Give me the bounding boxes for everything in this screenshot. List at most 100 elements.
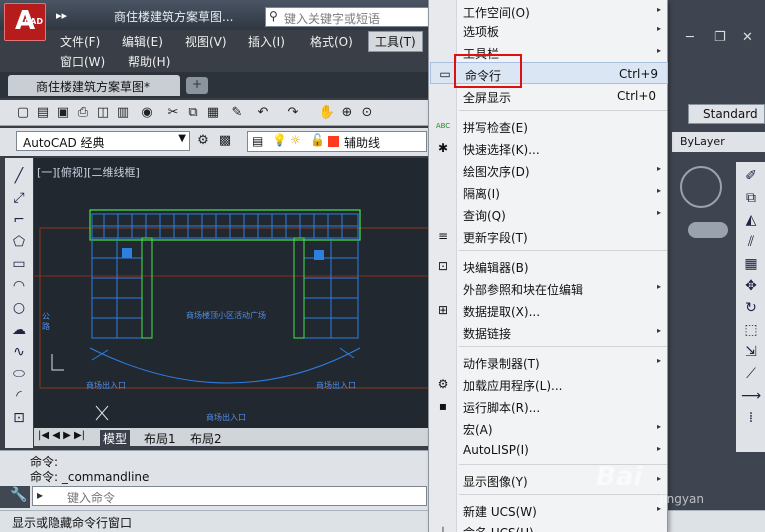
wrench-icon[interactable]: 🔧 (10, 487, 27, 503)
line-icon[interactable]: ╱ (9, 168, 29, 186)
plot-icon[interactable]: ⎙ (74, 104, 92, 122)
mirror-icon[interactable]: ◭ (741, 212, 761, 230)
scale-icon[interactable]: ⬚ (741, 322, 761, 340)
tab-layout1[interactable]: 布局1 (144, 430, 176, 447)
menu-item-block-editor[interactable]: ⊡ 块编辑器(B) (429, 255, 669, 277)
polygon-icon[interactable]: ⬠ (9, 234, 29, 252)
paste-icon[interactable]: ▦ (204, 104, 222, 122)
document-tab[interactable]: 商住楼建筑方案草图* (8, 75, 180, 96)
publish-3d-icon[interactable]: ◉ (138, 104, 156, 122)
navigation-cube[interactable] (672, 160, 732, 250)
array-icon[interactable]: ▦ (741, 256, 761, 274)
copy-icon[interactable]: ⧉ (184, 104, 202, 122)
plaza-label: 商场楼顶小区活动广场 (186, 311, 266, 320)
menu-item-new-ucs[interactable]: 新建 UCS(W) ▸ (429, 499, 669, 521)
polyline-icon[interactable]: ⌐ (9, 212, 29, 230)
menu-item-full-screen[interactable]: 全屏显示 Ctrl+0 (429, 85, 669, 107)
undo-icon[interactable]: ↶ (254, 104, 272, 122)
move-icon[interactable]: ✥ (741, 278, 761, 296)
menu-item-action-recorder[interactable]: 动作录制器(T) ▸ (429, 351, 669, 373)
help-search-input[interactable]: ⚲ 键入关键字或短语 (265, 7, 430, 27)
menu-item-isolate[interactable]: 隔离(I) ▸ (429, 181, 669, 203)
menu-format[interactable]: 格式(O) (310, 33, 353, 50)
application-menu-button[interactable]: A CAD (4, 3, 46, 41)
menu-item-load-application[interactable]: ⚙ 加载应用程序(L)... (429, 373, 669, 395)
arc-icon[interactable]: ◠ (9, 278, 29, 296)
construction-line-icon[interactable]: ⤢ (9, 190, 29, 208)
close-icon[interactable]: ✕ (742, 30, 753, 45)
rectangle-icon[interactable]: ▭ (9, 256, 29, 274)
menu-help[interactable]: 帮助(H) (128, 53, 170, 70)
minimize-icon[interactable]: ─ (686, 30, 694, 45)
ellipse-icon[interactable]: ⬭ (9, 366, 29, 384)
publish-icon[interactable]: ▥ (114, 104, 132, 122)
menu-item-data-extraction[interactable]: ⊞ 数据提取(X)... (429, 299, 669, 321)
new-tab-button[interactable]: + (186, 77, 208, 94)
zoom-window-icon[interactable]: ⊙ (358, 104, 376, 122)
menu-item-macro[interactable]: 宏(A) ▸ (429, 417, 669, 439)
rotate-icon[interactable]: ↻ (741, 300, 761, 318)
insert-block-icon[interactable]: ⊡ (9, 410, 29, 428)
menu-window[interactable]: 窗口(W) (60, 53, 105, 70)
quick-access-toolbar-chevron-icon[interactable]: ▸▸ (56, 9, 67, 22)
drawing-canvas[interactable]: [一][俯视][二维线框] 商场楼顶小区活动广场 公路 商场出入口 商场出入口 … (34, 158, 430, 444)
layout-nav-arrows-icon[interactable]: |◀ ◀ ▶ ▶| (38, 430, 85, 441)
menu-file[interactable]: 文件(F) (60, 33, 100, 50)
copy-object-icon[interactable]: ⧉ (741, 190, 761, 208)
extend-icon[interactable]: ⟶ (741, 388, 761, 406)
menu-item-spell-check[interactable]: ABC 拼写检查(E) (429, 115, 669, 137)
menu-item-update-fields[interactable]: ≡ 更新字段(T) (429, 225, 669, 247)
erase-icon[interactable]: ✐ (741, 168, 761, 186)
text-style-dropdown[interactable]: Standard (688, 104, 765, 124)
menu-item-quick-select[interactable]: ✱ 快速选择(K)... (429, 137, 669, 159)
stretch-icon[interactable]: ⇲ (741, 344, 761, 362)
redo-icon[interactable]: ↷ (284, 104, 302, 122)
menu-item-run-script[interactable]: ▪ 运行脚本(R)... (429, 395, 669, 417)
wcs-menu[interactable] (688, 222, 728, 238)
offset-icon[interactable]: ⫽ (741, 234, 761, 252)
menu-view[interactable]: 视图(V) (185, 33, 227, 50)
menu-tools[interactable]: 工具(T) (368, 31, 423, 52)
command-prompt-icon: ▸ (37, 488, 44, 502)
restore-icon[interactable]: ❐ (714, 30, 726, 45)
menu-item-inquiry[interactable]: 查询(Q) ▸ (429, 203, 669, 225)
customize-icon[interactable]: ▩ (216, 132, 234, 150)
submenu-arrow-icon: ▸ (657, 474, 662, 483)
workspace-settings-icon[interactable]: ⚙ (194, 132, 212, 150)
menu-item-label: 快速选择(K)... (463, 143, 540, 157)
break-icon[interactable]: ⁞ (741, 410, 761, 428)
tab-layout2[interactable]: 布局2 (190, 430, 222, 447)
zoom-realtime-icon[interactable]: ⊕ (338, 104, 356, 122)
revision-cloud-icon[interactable]: ☁ (9, 322, 29, 340)
workspace-dropdown[interactable]: AutoCAD 经典 ▼ (16, 131, 190, 151)
menu-item-xref-edit[interactable]: 外部参照和块在位编辑 ▸ (429, 277, 669, 299)
circle-icon[interactable]: ○ (9, 300, 29, 318)
menu-item-draw-order[interactable]: 绘图次序(D) ▸ (429, 159, 669, 181)
layer-color-swatch (328, 136, 339, 147)
cut-icon[interactable]: ✂ (164, 104, 182, 122)
layer-dropdown[interactable]: ▤ 💡 ☼ 🔓 辅助线 (247, 131, 427, 152)
update-fields-icon: ≡ (437, 229, 449, 243)
preview-icon[interactable]: ◫ (94, 104, 112, 122)
command-input[interactable]: ▸ 键入命令 (32, 486, 427, 506)
ellipse-arc-icon[interactable]: ◜ (9, 388, 29, 406)
new-file-icon[interactable]: ▢ (14, 104, 32, 122)
menu-item-palettes[interactable]: 选项板 ▸ (429, 19, 669, 41)
menu-item-data-link[interactable]: 数据链接 ▸ (429, 321, 669, 343)
menu-insert[interactable]: 插入(I) (248, 33, 285, 50)
linetype-dropdown[interactable]: ByLayer (672, 132, 765, 152)
pan-icon[interactable]: ✋ (318, 104, 336, 122)
floor-plan-drawing (34, 209, 430, 421)
save-icon[interactable]: ▣ (54, 104, 72, 122)
menu-item-autolisp[interactable]: AutoLISP(I) ▸ (429, 439, 669, 461)
match-properties-icon[interactable]: ✎ (228, 104, 246, 122)
tab-model[interactable]: 模型 (100, 430, 131, 447)
trim-icon[interactable]: ⟋ (741, 366, 761, 384)
spline-icon[interactable]: ∿ (9, 344, 29, 362)
menu-item-label: 数据提取(X)... (463, 305, 541, 319)
menu-item-named-ucs[interactable]: ⊥ 命名 UCS(U)... (429, 520, 669, 532)
menu-edit[interactable]: 编辑(E) (122, 33, 163, 50)
menu-item-label: 全屏显示 (463, 91, 512, 105)
menu-item-label: 绘图次序(D) (463, 165, 530, 179)
open-file-icon[interactable]: ▤ (34, 104, 52, 122)
